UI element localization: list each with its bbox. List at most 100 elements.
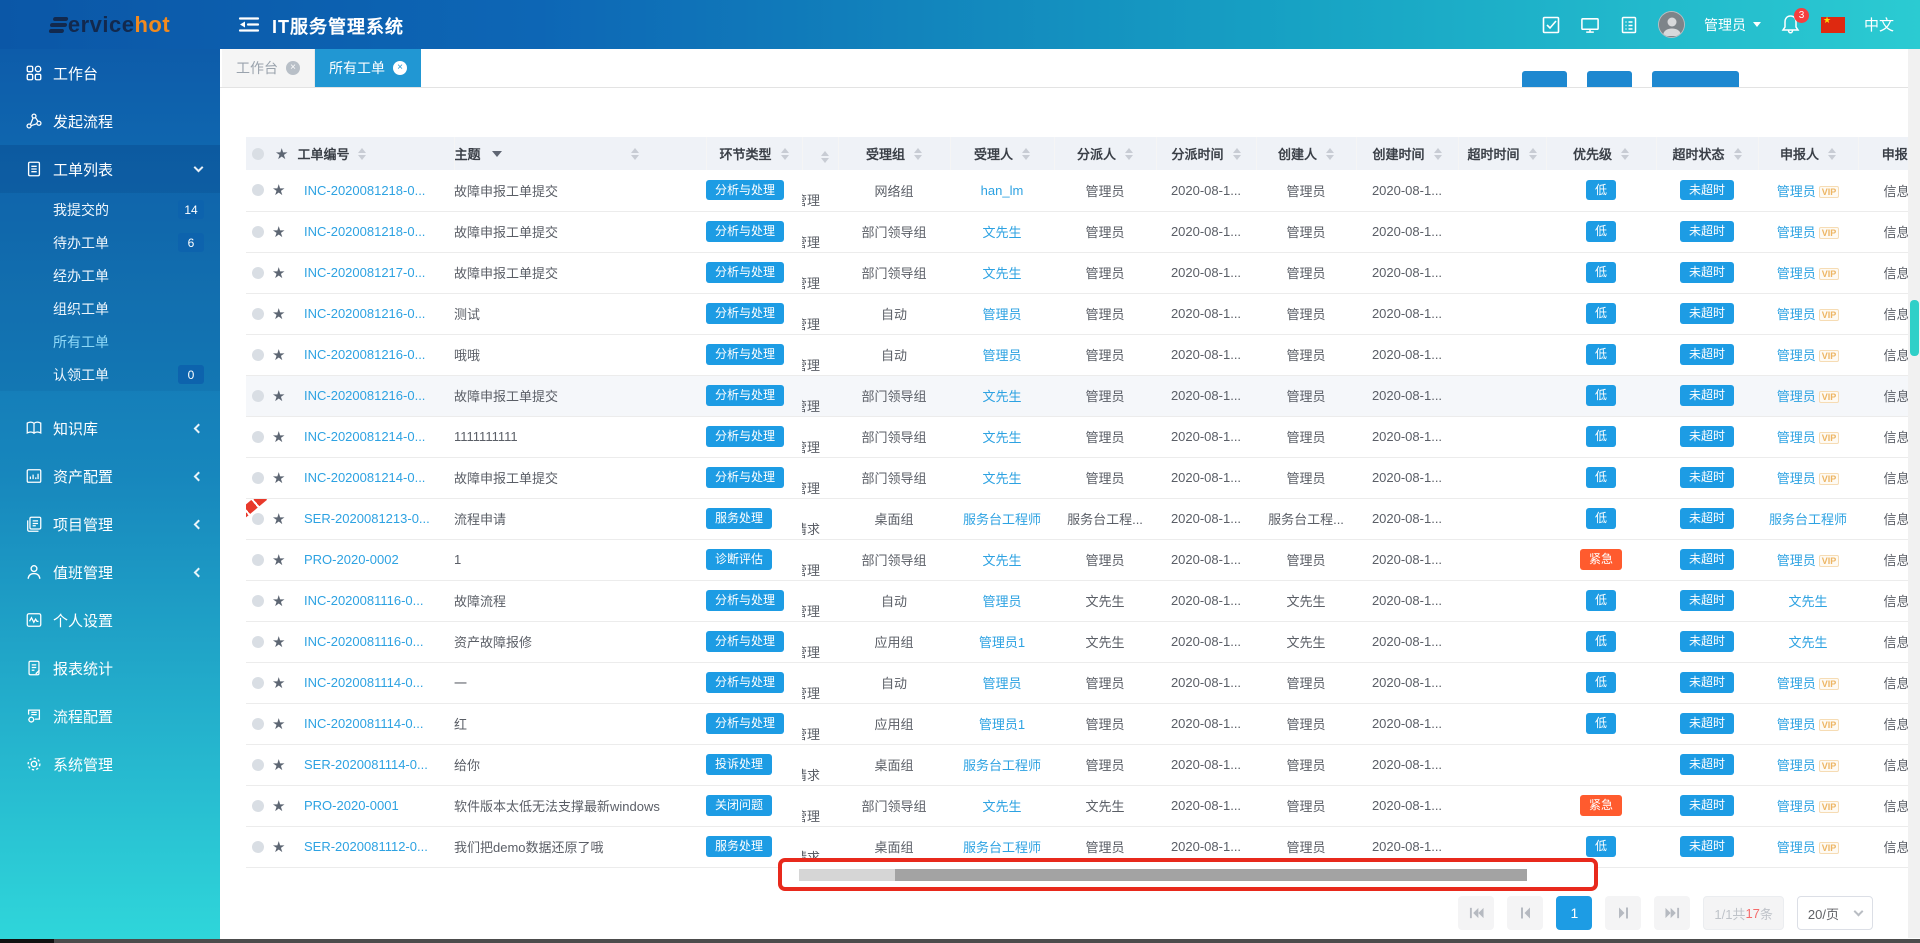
sort-control[interactable]: [1232, 147, 1241, 160]
sidebar-collapse-icon[interactable]: [237, 14, 261, 35]
row-select-circle[interactable]: [252, 594, 264, 607]
star-icon[interactable]: ★: [272, 265, 285, 282]
monitor-icon[interactable]: [1580, 15, 1600, 35]
language-switcher[interactable]: 中文: [1864, 14, 1894, 35]
reporter-link[interactable]: 文先生: [1788, 635, 1827, 650]
order-id-link[interactable]: INC-2020081216-0...: [304, 388, 425, 403]
side-panel-handle[interactable]: [1910, 300, 1919, 356]
order-id-link[interactable]: INC-2020081114-0...: [304, 716, 423, 731]
order-id-link[interactable]: INC-2020081217-0...: [304, 265, 425, 280]
row-select-circle[interactable]: [252, 799, 264, 812]
next-page-button[interactable]: [1605, 896, 1642, 930]
order-id-link[interactable]: INC-2020081216-0...: [304, 306, 425, 321]
sidebar-item-all-orders[interactable]: 所有工单: [0, 325, 220, 358]
assignee-link[interactable]: 文先生: [982, 799, 1021, 814]
sidebar-item-project-mgmt[interactable]: 项目管理: [0, 500, 220, 548]
star-icon[interactable]: ★: [272, 839, 285, 856]
clipped-toolbar-button[interactable]: [1652, 71, 1739, 87]
star-icon[interactable]: ★: [272, 470, 285, 487]
table-row[interactable]: ★ INC-2020081116-0... 故障流程 分析与处理 事件管理 自动…: [246, 580, 1920, 621]
sidebar-item-knowledge[interactable]: 知识库: [0, 404, 220, 452]
clipped-toolbar-button[interactable]: [1587, 71, 1632, 87]
table-row[interactable]: ★ INC-2020081217-0... 故障申报工单提交 分析与处理 事件管…: [246, 252, 1920, 293]
sort-control[interactable]: [1022, 147, 1030, 160]
reporter-link[interactable]: 管理员: [1777, 840, 1816, 855]
star-icon[interactable]: ★: [272, 182, 285, 199]
assignee-link[interactable]: 管理员: [982, 676, 1021, 691]
row-select-circle[interactable]: [252, 225, 264, 238]
checklist-icon[interactable]: [1619, 15, 1639, 35]
star-icon[interactable]: ★: [272, 429, 285, 446]
reporter-link[interactable]: 管理员: [1777, 348, 1816, 363]
last-page-button[interactable]: [1654, 896, 1691, 930]
table-row[interactable]: ★ INC-2020081218-0... 故障申报工单提交 分析与处理 事件管…: [246, 170, 1920, 211]
select-all-circle[interactable]: [252, 147, 264, 160]
row-select-circle[interactable]: [252, 512, 264, 525]
assignee-link[interactable]: han_lm: [981, 183, 1024, 198]
star-icon[interactable]: ★: [272, 552, 285, 569]
assignee-link[interactable]: 管理员: [982, 348, 1021, 363]
vertical-scrollbar[interactable]: [1908, 49, 1920, 938]
user-avatar[interactable]: [1657, 11, 1685, 38]
star-icon[interactable]: ★: [272, 224, 285, 241]
table-row[interactable]: ★ INC-2020081214-0... 1111111111 分析与处理 事…: [246, 416, 1920, 457]
star-icon[interactable]: ★: [272, 593, 285, 610]
table-row[interactable]: ★ INC-2020081218-0... 故障申报工单提交 分析与处理 事件管…: [246, 211, 1920, 252]
star-icon[interactable]: ★: [272, 798, 285, 815]
reporter-link[interactable]: 文先生: [1788, 594, 1827, 609]
star-icon[interactable]: ★: [272, 634, 285, 651]
table-row[interactable]: ★ SER-2020081114-0... 给你 投诉处理 服务请求 桌面组 服…: [246, 744, 1920, 785]
order-id-link[interactable]: INC-2020081116-0...: [304, 634, 423, 649]
star-icon[interactable]: ★: [272, 716, 285, 733]
sort-control[interactable]: [630, 147, 639, 160]
reporter-link[interactable]: 管理员: [1777, 430, 1816, 445]
table-row[interactable]: ★ PRO-2020-0001 软件版本太低无法支撑最新windows 关闭问题…: [246, 785, 1920, 826]
reporter-link[interactable]: 管理员: [1777, 225, 1816, 240]
tab-all-orders[interactable]: 所有工单 ×: [315, 49, 421, 87]
assignee-link[interactable]: 服务台工程师: [963, 758, 1041, 773]
row-select-circle[interactable]: [252, 840, 264, 853]
assignee-link[interactable]: 管理员1: [979, 635, 1025, 650]
reporter-link[interactable]: 管理员: [1777, 799, 1816, 814]
order-id-link[interactable]: INC-2020081214-0...: [304, 429, 425, 444]
sort-control[interactable]: [1621, 147, 1629, 160]
assignee-link[interactable]: 文先生: [982, 225, 1021, 240]
sort-control[interactable]: [1828, 147, 1836, 160]
assignee-link[interactable]: 文先生: [982, 389, 1021, 404]
first-page-button[interactable]: [1458, 896, 1495, 930]
notifications-button[interactable]: 3: [1780, 7, 1809, 37]
sort-control[interactable]: [820, 150, 829, 163]
order-id-link[interactable]: INC-2020081216-0...: [304, 347, 425, 362]
sidebar-item-start-process[interactable]: 发起流程: [0, 97, 220, 145]
reporter-link[interactable]: 管理员: [1777, 758, 1816, 773]
flag-icon[interactable]: [1820, 15, 1845, 33]
tab-workbench[interactable]: 工作台 ×: [222, 49, 315, 87]
star-icon[interactable]: ★: [272, 347, 285, 364]
assignee-link[interactable]: 文先生: [982, 471, 1021, 486]
table-row[interactable]: ★ INC-2020081114-0... 一 分析与处理 事件管理 自动 管理…: [246, 662, 1920, 703]
reporter-link[interactable]: 服务台工程师: [1769, 512, 1847, 527]
order-id-link[interactable]: INC-2020081218-0...: [304, 183, 425, 198]
assignee-link[interactable]: 管理员: [982, 307, 1021, 322]
row-select-circle[interactable]: [252, 184, 264, 197]
row-select-circle[interactable]: [252, 266, 264, 279]
sidebar-item-personal-settings[interactable]: 个人设置: [0, 596, 220, 644]
row-select-circle[interactable]: [252, 307, 264, 320]
order-id-link[interactable]: INC-2020081214-0...: [304, 470, 425, 485]
sort-control[interactable]: [1125, 147, 1133, 160]
user-menu[interactable]: 管理员: [1704, 15, 1761, 35]
star-icon[interactable]: ★: [272, 388, 285, 405]
sort-control[interactable]: [780, 147, 789, 160]
table-row[interactable]: ★ INC-2020081116-0... 资产故障报修 分析与处理 事件管理 …: [246, 621, 1920, 662]
star-icon[interactable]: ★: [272, 675, 285, 692]
assignee-link[interactable]: 管理员: [982, 594, 1021, 609]
sort-control[interactable]: [1433, 147, 1442, 160]
assignee-link[interactable]: 文先生: [982, 430, 1021, 445]
reporter-link[interactable]: 管理员: [1777, 307, 1816, 322]
sidebar-item-system-mgmt[interactable]: 系统管理: [0, 740, 220, 788]
reporter-link[interactable]: 管理员: [1777, 471, 1816, 486]
close-icon[interactable]: ×: [286, 61, 300, 75]
row-select-circle[interactable]: [252, 430, 264, 443]
table-row[interactable]: ★ PRO-2020-0002 1 诊断评估 问题管理 部门领导组 文先生 管理…: [246, 539, 1920, 580]
assignee-link[interactable]: 服务台工程师: [963, 512, 1041, 527]
